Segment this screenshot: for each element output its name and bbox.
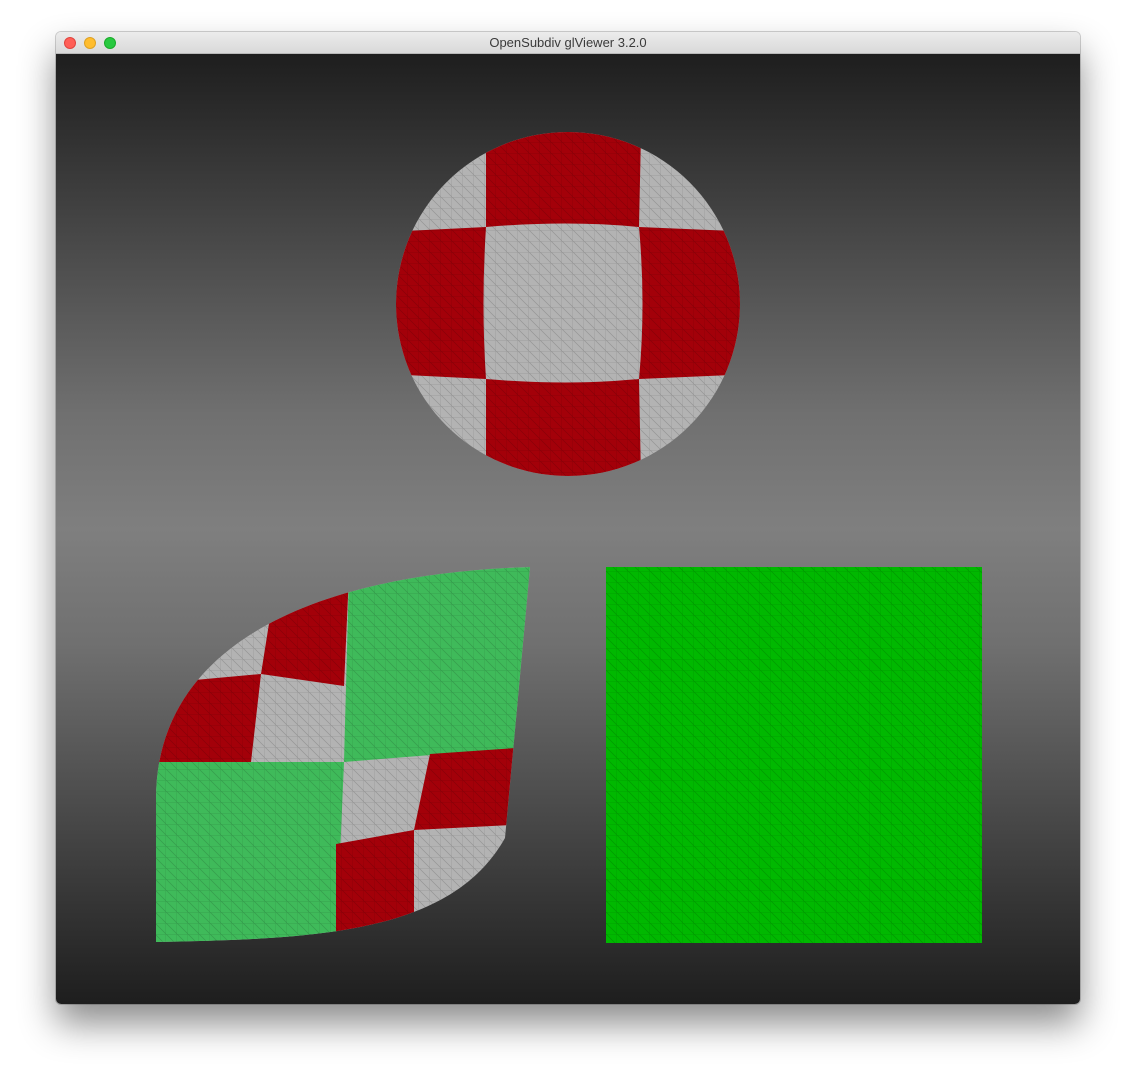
- flat-plane-mesh[interactable]: [606, 567, 982, 943]
- sphere-mesh[interactable]: [386, 124, 756, 484]
- title-bar[interactable]: OpenSubdiv glViewer 3.2.0: [56, 32, 1080, 54]
- scene-canvas[interactable]: [56, 54, 1080, 1004]
- window-title: OpenSubdiv glViewer 3.2.0: [489, 35, 647, 50]
- warped-plane-mesh[interactable]: [151, 559, 536, 949]
- gl-viewport[interactable]: [56, 54, 1080, 1004]
- app-window: OpenSubdiv glViewer 3.2.0: [56, 32, 1080, 1004]
